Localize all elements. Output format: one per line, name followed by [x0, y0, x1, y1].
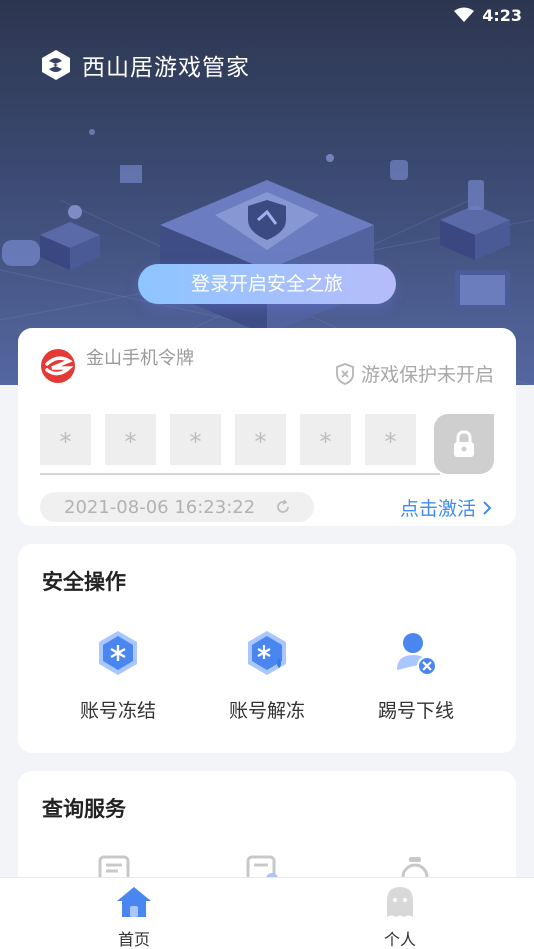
op-label: 账号解冻	[228, 700, 305, 722]
lock-button[interactable]	[434, 414, 494, 474]
code-digit: *	[300, 414, 351, 465]
app-title: 西山居游戏管家	[82, 55, 250, 81]
code-digit: *	[105, 414, 156, 465]
protection-status-text: 游戏保护未开启	[360, 364, 494, 386]
lock-icon	[454, 430, 474, 457]
op-label: 账号冻结	[79, 700, 156, 722]
op-label: 踢号下线	[377, 700, 454, 722]
code-underline	[40, 473, 440, 475]
freeze-icon	[99, 631, 137, 675]
seasun-logo-icon	[42, 50, 70, 80]
protection-status: 游戏保护未开启	[335, 360, 494, 387]
section-title: 查询服务	[42, 797, 126, 821]
home-icon	[117, 887, 151, 917]
code-digit: *	[40, 414, 91, 465]
code-digit: *	[365, 414, 416, 465]
unfreeze-account-button[interactable]: 账号解冻	[192, 628, 342, 723]
tab-label: 个人	[383, 930, 416, 949]
code-digit: *	[170, 414, 221, 465]
code-digit: *	[235, 414, 286, 465]
token-timestamp: 2021-08-06 16:23:22	[40, 492, 314, 522]
token-card: 金山手机令牌 游戏保护未开启 * * * * * * 2021-08-06 16…	[18, 328, 516, 526]
status-time: 4:23	[482, 5, 522, 25]
activate-label: 点击激活	[399, 498, 476, 520]
refresh-icon[interactable]	[275, 499, 291, 515]
activate-link[interactable]: 点击激活	[400, 494, 492, 521]
tab-label: 首页	[117, 930, 150, 949]
token-header: 金山手机令牌	[40, 348, 196, 384]
kick-offline-icon	[397, 633, 437, 676]
timestamp-text: 2021-08-06 16:23:22	[64, 496, 256, 518]
kick-offline-button[interactable]: 踢号下线	[341, 628, 491, 723]
token-title: 金山手机令牌	[86, 348, 194, 369]
login-button[interactable]: 登录开启安全之旅	[138, 264, 396, 304]
kingsoft-token-logo-icon	[41, 349, 75, 383]
security-operations-section: 安全操作 账号冻结 账号解冻 踢号下线	[18, 544, 516, 753]
wifi-icon	[454, 7, 475, 22]
shield-x-icon	[336, 362, 354, 385]
freeze-account-button[interactable]: 账号冻结	[43, 628, 193, 723]
tab-profile[interactable]: 个人	[340, 884, 460, 949]
app-logo: 西山居游戏管家	[40, 48, 250, 82]
bottom-tab-bar: 首页 个人	[0, 877, 534, 949]
section-title: 安全操作	[42, 570, 126, 594]
token-code: * * * * * *	[40, 414, 416, 465]
unfreeze-icon	[248, 631, 286, 675]
profile-icon	[387, 887, 413, 917]
tab-home[interactable]: 首页	[74, 884, 194, 949]
chevron-right-icon	[483, 500, 492, 515]
status-bar: 4:23	[0, 0, 534, 30]
